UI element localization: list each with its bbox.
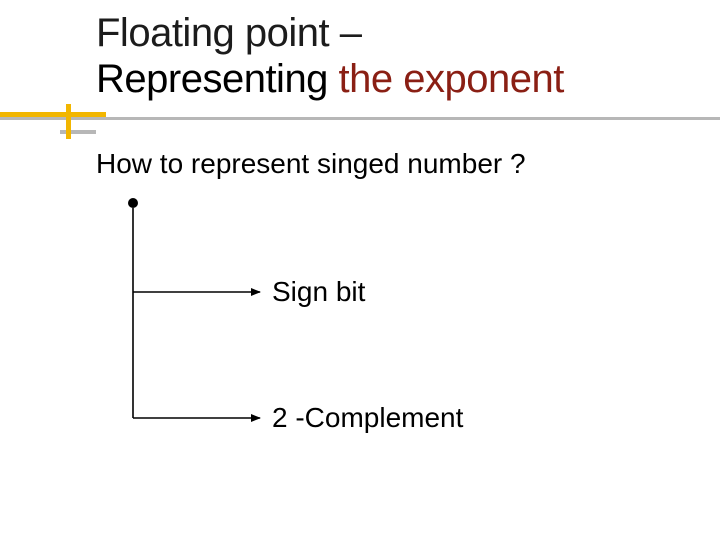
deco-tick-vertical [66,104,71,139]
title-line1: Floating point – [96,11,362,55]
title-underline-yellow [0,112,106,117]
slide-title: Floating point – Representing the expone… [96,10,696,102]
title-line2-highlight: the exponent [339,57,564,101]
bullet-icon [128,198,138,208]
title-underline-grey [0,117,720,120]
slide: Floating point – Representing the expone… [0,0,720,540]
title-line2-prefix: Representing [96,57,339,101]
option-two-complement: 2 -Complement [272,402,463,434]
question-text: How to represent singed number ? [96,148,526,180]
option-sign-bit: Sign bit [272,276,365,308]
